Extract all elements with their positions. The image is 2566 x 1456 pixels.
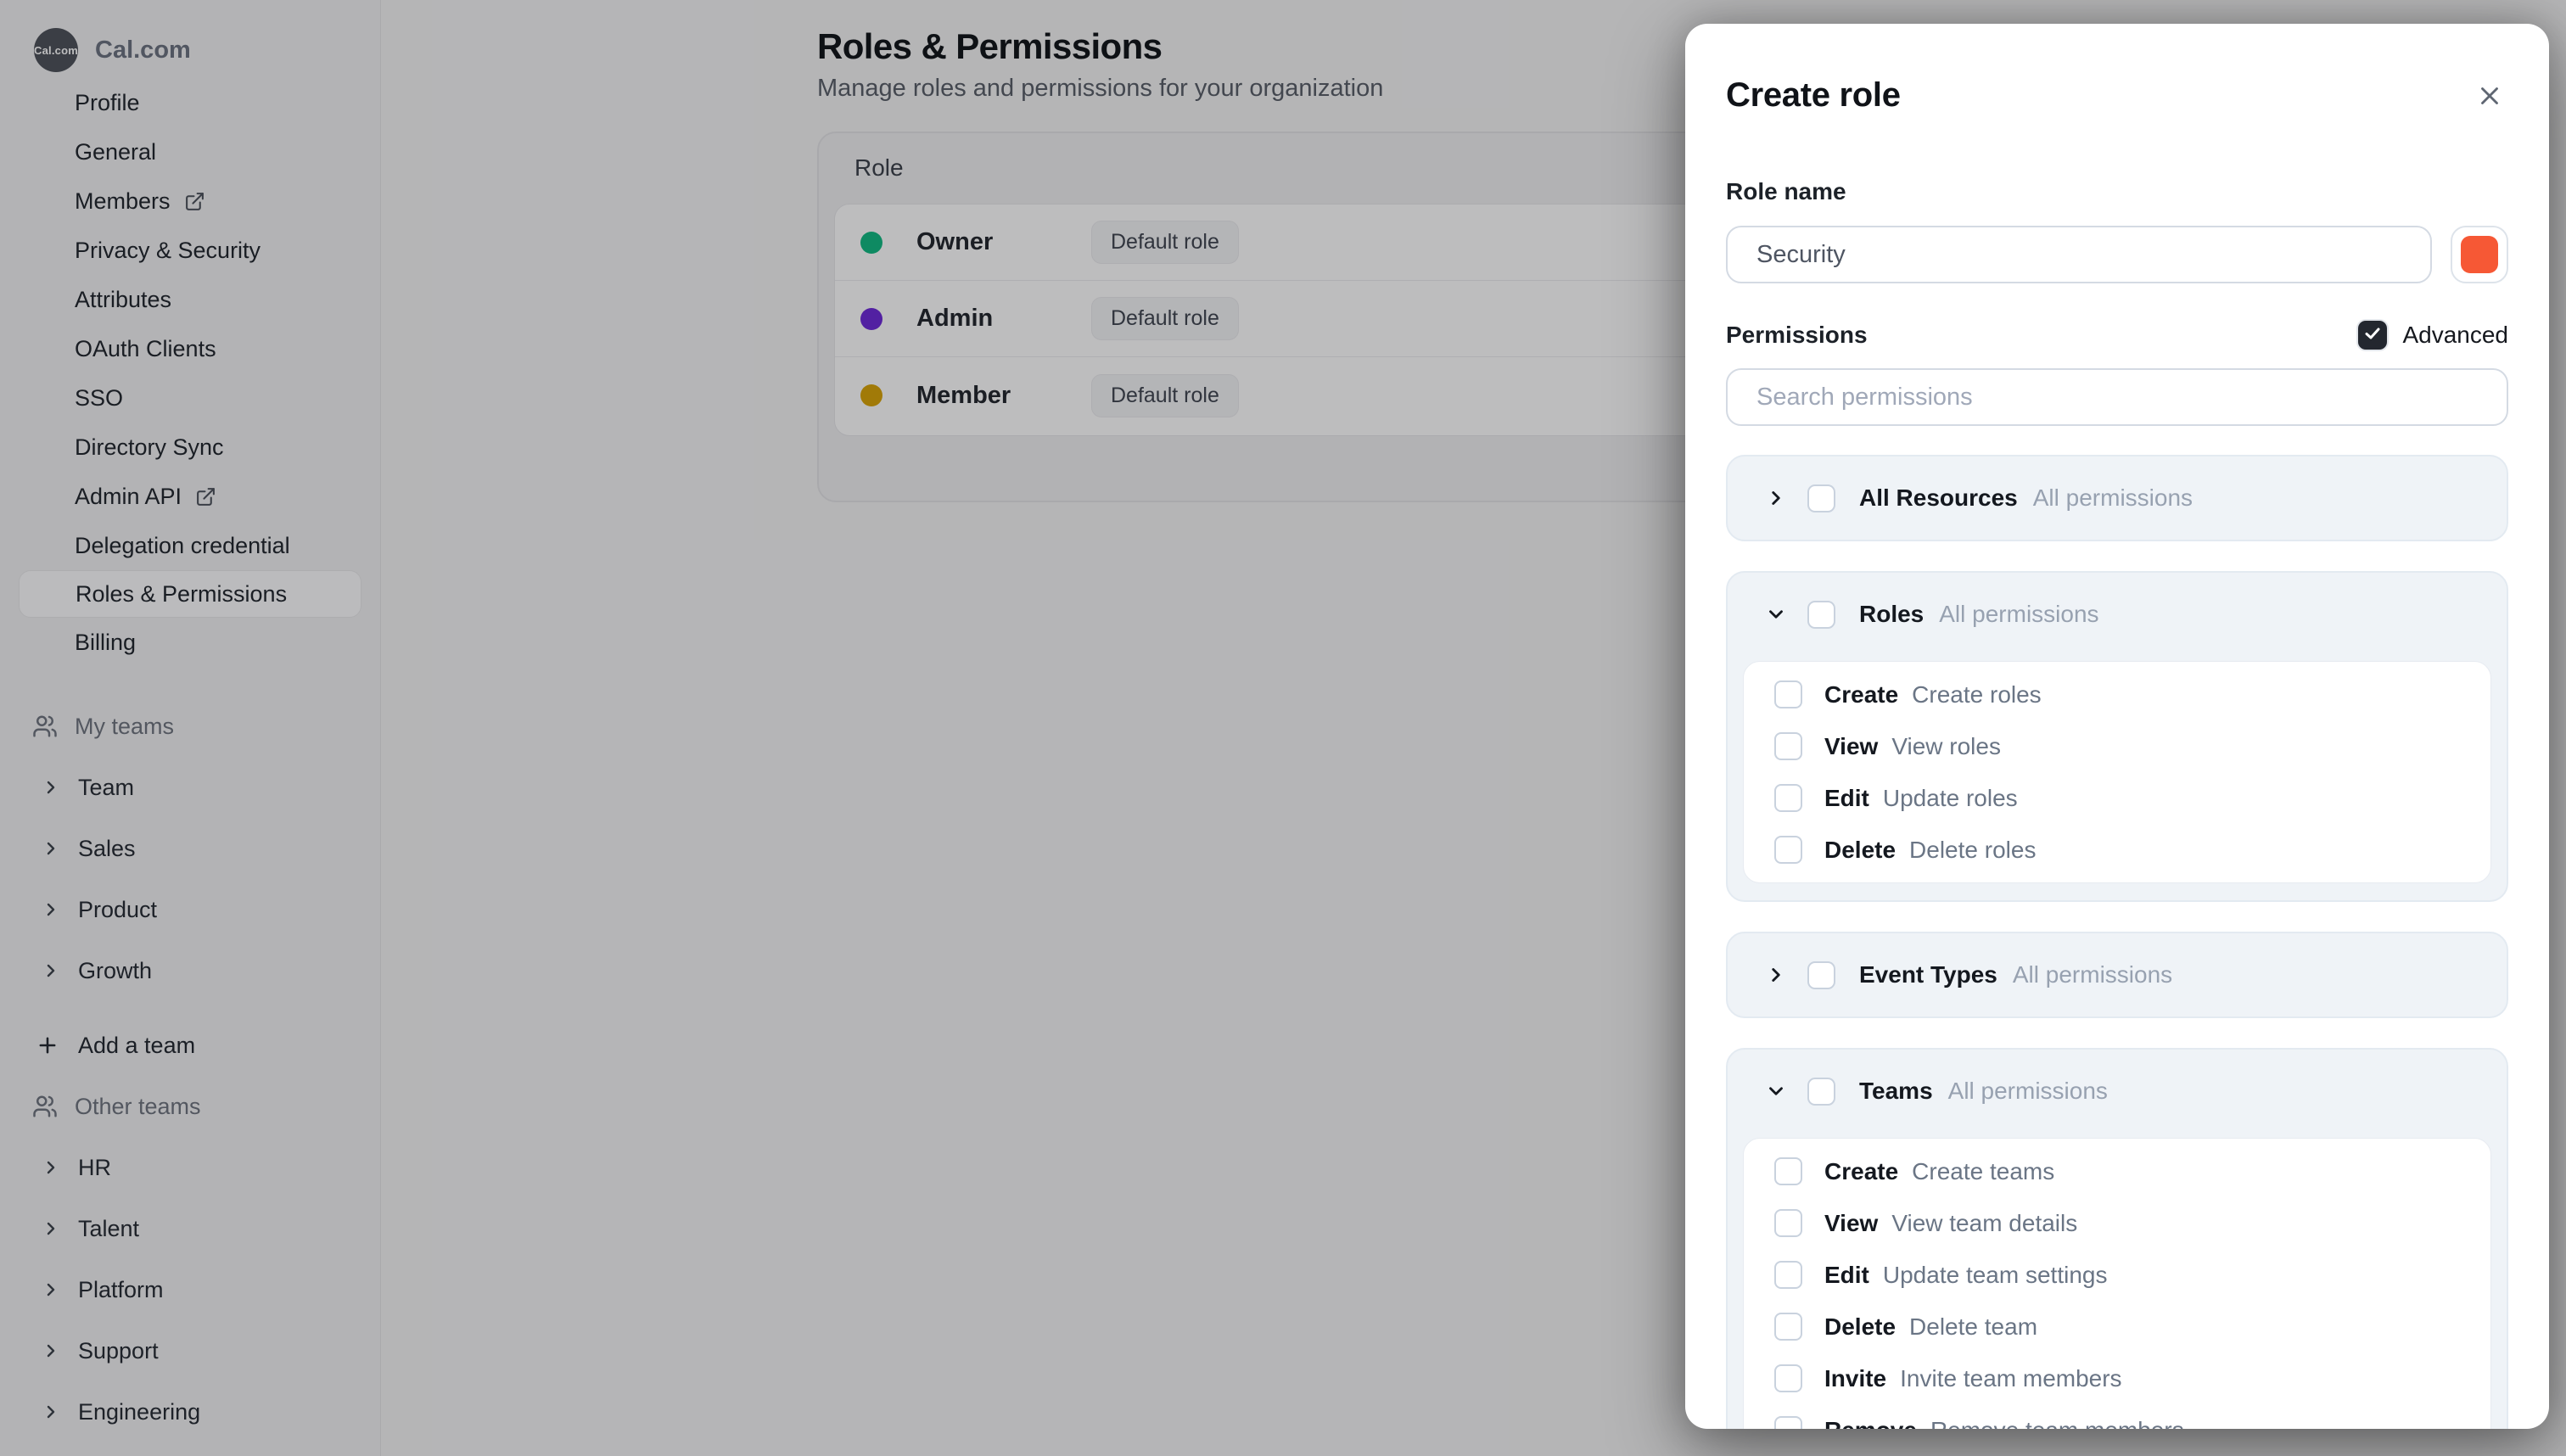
permission-groups: All Resources All permissions Roles All … xyxy=(1726,455,2508,1429)
role-name-row xyxy=(1726,226,2508,283)
role-name-label: Role name xyxy=(1726,178,2508,205)
advanced-toggle[interactable]: Advanced xyxy=(2358,321,2508,350)
permission-checkbox[interactable] xyxy=(1774,784,1802,812)
group-roles: Roles All permissions Create Create role… xyxy=(1726,571,2508,902)
close-icon xyxy=(2475,81,2504,113)
permission-roles-edit[interactable]: Edit Update roles xyxy=(1744,772,2490,824)
permission-checkbox[interactable] xyxy=(1774,1261,1802,1289)
search-permissions-input[interactable] xyxy=(1726,368,2508,426)
drawer-header: Create role xyxy=(1726,76,2508,119)
chevron-down-icon[interactable] xyxy=(1765,1080,1787,1102)
permission-teams-view[interactable]: View View team details xyxy=(1744,1197,2490,1249)
drawer-title: Create role xyxy=(1726,76,2508,115)
chevron-right-icon[interactable] xyxy=(1765,964,1787,986)
advanced-label: Advanced xyxy=(2402,322,2508,349)
close-button[interactable] xyxy=(2471,78,2508,115)
permission-checkbox[interactable] xyxy=(1774,1157,1802,1185)
group-checkbox[interactable] xyxy=(1807,961,1835,989)
permissions-label: Permissions xyxy=(1726,322,1868,349)
permission-checkbox[interactable] xyxy=(1774,732,1802,760)
group-event-types-header[interactable]: Event Types All permissions xyxy=(1728,933,2507,1016)
app-window: Cal.com Cal.com Profile General Members … xyxy=(0,0,2566,1456)
group-roles-header[interactable]: Roles All permissions xyxy=(1728,573,2507,656)
group-teams: Teams All permissions Create Create team… xyxy=(1726,1048,2508,1429)
permission-checkbox[interactable] xyxy=(1774,1313,1802,1341)
permission-checkbox[interactable] xyxy=(1774,1364,1802,1392)
role-color-picker-button[interactable] xyxy=(2451,226,2508,283)
group-checkbox[interactable] xyxy=(1807,1078,1835,1106)
check-icon xyxy=(2362,323,2383,348)
group-all-resources-header[interactable]: All Resources All permissions xyxy=(1728,456,2507,540)
permission-teams-delete[interactable]: Delete Delete team xyxy=(1744,1301,2490,1352)
permission-checkbox[interactable] xyxy=(1774,1209,1802,1237)
role-name-input[interactable] xyxy=(1726,226,2432,283)
chevron-right-icon[interactable] xyxy=(1765,487,1787,509)
group-teams-permissions: Create Create teams View View team detai… xyxy=(1743,1138,2491,1429)
advanced-checkbox-checked[interactable] xyxy=(2358,321,2387,350)
permission-teams-edit[interactable]: Edit Update team settings xyxy=(1744,1249,2490,1301)
create-role-drawer: Create role Role name Permissions Advanc… xyxy=(1685,24,2549,1429)
permission-checkbox[interactable] xyxy=(1774,680,1802,708)
permission-roles-delete[interactable]: Delete Delete roles xyxy=(1744,824,2490,876)
chevron-down-icon[interactable] xyxy=(1765,603,1787,625)
group-all-resources: All Resources All permissions xyxy=(1726,455,2508,541)
permission-roles-view[interactable]: View View roles xyxy=(1744,720,2490,772)
permission-checkbox[interactable] xyxy=(1774,836,1802,864)
permission-teams-invite[interactable]: Invite Invite team members xyxy=(1744,1352,2490,1404)
group-checkbox[interactable] xyxy=(1807,484,1835,512)
group-roles-permissions: Create Create roles View View roles Edit… xyxy=(1743,661,2491,883)
group-teams-header[interactable]: Teams All permissions xyxy=(1728,1050,2507,1133)
permissions-header-row: Permissions Advanced xyxy=(1726,321,2508,350)
group-checkbox[interactable] xyxy=(1807,601,1835,629)
permission-teams-create[interactable]: Create Create teams xyxy=(1744,1145,2490,1197)
permission-checkbox[interactable] xyxy=(1774,1416,1802,1429)
permission-teams-remove[interactable]: Remove Remove team members xyxy=(1744,1404,2490,1429)
role-color-swatch xyxy=(2461,236,2498,273)
group-event-types: Event Types All permissions xyxy=(1726,932,2508,1018)
permission-roles-create[interactable]: Create Create roles xyxy=(1744,669,2490,720)
